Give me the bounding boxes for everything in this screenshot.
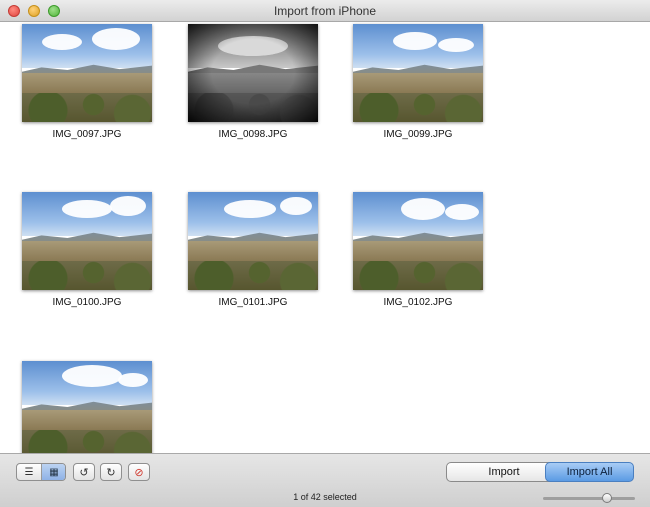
list-icon: ☰ — [24, 466, 34, 478]
grid-icon: ▦ — [49, 466, 59, 478]
view-mode-segmented-control[interactable]: ☰ ▦ — [16, 463, 66, 481]
photo-thumbnail[interactable] — [353, 24, 483, 122]
list-view-button[interactable]: ☰ — [17, 464, 42, 480]
delete-button[interactable]: ⊘ — [128, 463, 150, 481]
rotate-right-icon: ↻ — [106, 466, 116, 479]
slider-knob[interactable] — [602, 493, 613, 503]
rotate-left-icon: ↺ — [79, 466, 89, 479]
photo-thumbnail[interactable] — [353, 192, 483, 290]
rotate-left-button[interactable]: ↺ — [73, 463, 95, 481]
title-bar: Import from iPhone — [0, 0, 650, 22]
photo-filename: IMG_0101.JPG — [218, 297, 288, 308]
photo-item[interactable]: IMG_0100.JPG — [16, 192, 156, 322]
photo-thumbnail[interactable] — [22, 361, 152, 453]
bottom-toolbar: ☰ ▦ ↺ ↻ ⊘ Import Import All 1 of 42 sele… — [0, 453, 650, 507]
photo-filename: IMG_0098.JPG — [218, 129, 288, 140]
photo-filename: IMG_0099.JPG — [383, 129, 453, 140]
photo-filename: IMG_0100.JPG — [52, 297, 122, 308]
photo-thumbnail[interactable] — [22, 24, 152, 122]
import-all-button[interactable]: Import All — [545, 462, 634, 482]
thumbnail-size-slider[interactable] — [543, 493, 635, 503]
photo-item[interactable] — [16, 361, 156, 453]
photo-item[interactable]: IMG_0101.JPG — [182, 192, 322, 322]
delete-icon: ⊘ — [134, 466, 144, 479]
photo-thumbnail[interactable] — [188, 24, 318, 122]
window-title: Import from iPhone — [273, 4, 377, 18]
photo-item[interactable]: IMG_0097.JPG — [16, 24, 156, 154]
photo-item[interactable]: IMG_0102.JPG — [347, 192, 487, 322]
photo-filename: IMG_0097.JPG — [52, 129, 122, 140]
photo-item[interactable]: IMG_0099.JPG — [347, 24, 487, 154]
import-window: Import from iPhone IMG_0097.JPG IMG_0098… — [0, 0, 650, 507]
photo-item[interactable]: IMG_0098.JPG — [182, 24, 322, 154]
grid-view-button[interactable]: ▦ — [42, 464, 65, 480]
photo-thumbnail[interactable] — [188, 192, 318, 290]
photo-thumbnail[interactable] — [22, 192, 152, 290]
photo-grid: IMG_0097.JPG IMG_0098.JPG IMG_0099.JPG I… — [0, 22, 650, 453]
rotate-right-button[interactable]: ↻ — [100, 463, 122, 481]
photo-filename: IMG_0102.JPG — [383, 297, 453, 308]
